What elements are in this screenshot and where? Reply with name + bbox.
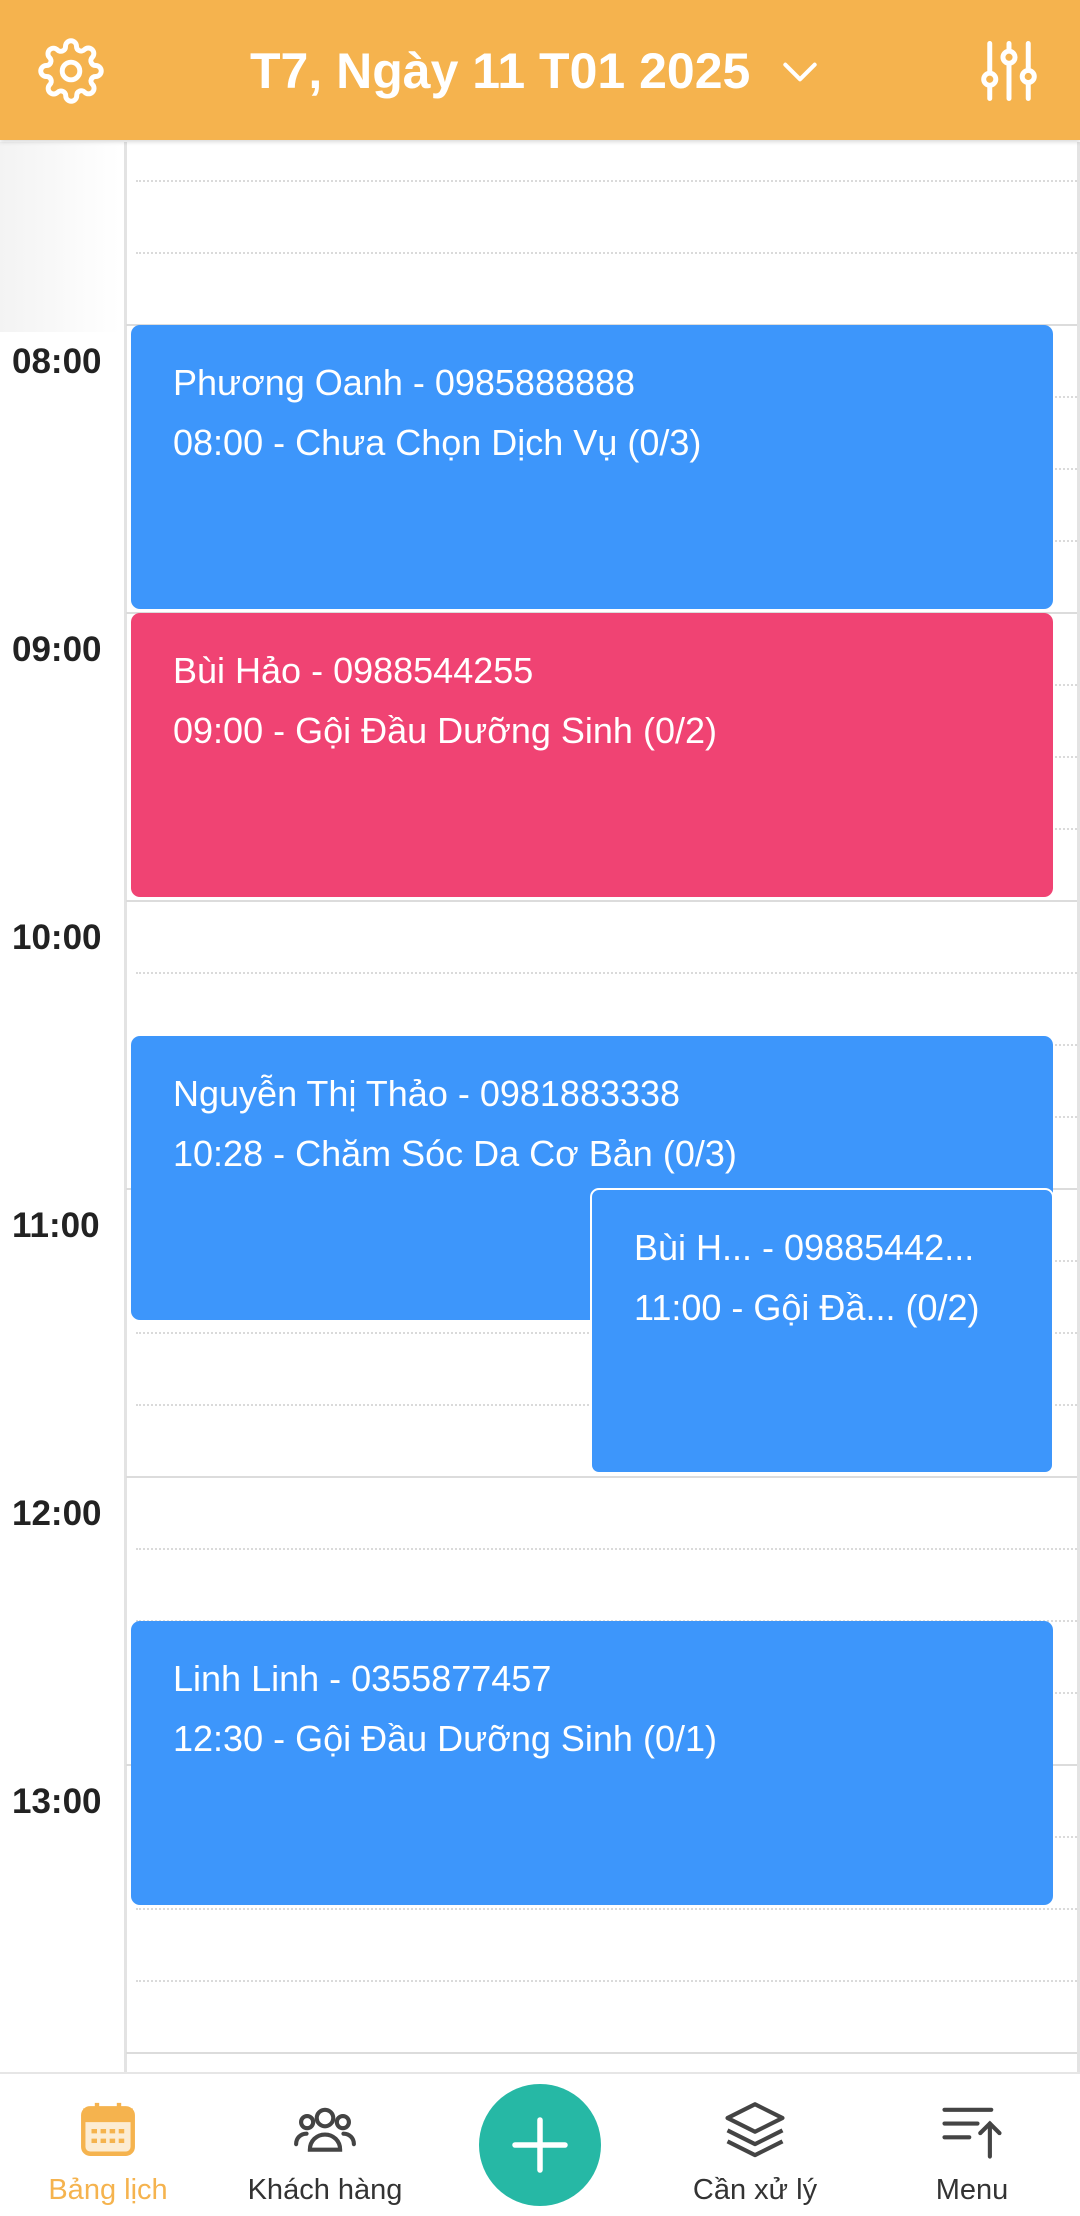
quarter-line xyxy=(136,1908,1080,1910)
appointment-card[interactable]: Bùi H... - 09885442... 11:00 - Gội Đầ...… xyxy=(590,1188,1054,1474)
nav-pending[interactable]: Cần xử lý xyxy=(680,2074,830,2216)
appointment-service: 12:30 - Gội Đầu Dưỡng Sinh (0/1) xyxy=(173,1718,717,1759)
appointment-card[interactable]: Linh Linh - 0355877457 12:30 - Gội Đầu D… xyxy=(131,1621,1053,1905)
appointment-card[interactable]: Phương Oanh - 0985888888 08:00 - Chưa Ch… xyxy=(131,325,1053,609)
appointment-service: 10:28 - Chăm Sóc Da Cơ Bản (0/3) xyxy=(173,1133,737,1174)
appointment-customer: Bùi H... - 09885442... xyxy=(634,1227,975,1268)
layers-icon xyxy=(725,2102,785,2158)
appointment-customer: Linh Linh - 0355877457 xyxy=(173,1658,552,1699)
nav-menu-label: Menu xyxy=(935,2174,1009,2206)
app-header: T7, Ngày 11 T01 2025 xyxy=(0,0,1080,140)
appointment-service: 08:00 - Chưa Chọn Dịch Vụ (0/3) xyxy=(173,422,702,463)
appointment-service: 11:00 - Gội Đầ... (0/2) xyxy=(634,1287,980,1328)
time-column: 08:00 09:00 10:00 11:00 12:00 13:00 xyxy=(0,142,127,2072)
time-column-shade xyxy=(0,142,120,332)
menu-sort-icon xyxy=(942,2107,1002,2159)
quarter-line xyxy=(136,1980,1080,1982)
hour-line xyxy=(126,1476,1080,1478)
hour-label: 13:00 xyxy=(12,1782,102,1821)
nav-menu[interactable]: Menu xyxy=(900,2074,1044,2216)
nav-customers[interactable]: Khách hàng xyxy=(230,2074,420,2216)
hour-label: 10:00 xyxy=(12,918,102,957)
hour-label: 11:00 xyxy=(12,1206,100,1245)
hour-line xyxy=(126,900,1080,902)
add-appointment-button[interactable] xyxy=(479,2084,601,2206)
nav-pending-label: Cần xử lý xyxy=(692,2174,818,2206)
appointment-service: 09:00 - Gội Đầu Dưỡng Sinh (0/2) xyxy=(173,710,717,751)
quarter-line xyxy=(136,972,1080,974)
appointment-customer: Bùi Hảo - 0988544255 xyxy=(173,650,534,691)
gear-icon[interactable] xyxy=(38,38,104,104)
quarter-line xyxy=(136,252,1080,254)
hour-label: 09:00 xyxy=(12,630,102,669)
sliders-icon[interactable] xyxy=(976,38,1042,104)
appointment-customer: Nguyễn Thị Thảo - 0981883338 xyxy=(173,1073,681,1114)
hour-label: 08:00 xyxy=(12,342,102,381)
date-title[interactable]: T7, Ngày 11 T01 2025 xyxy=(250,38,750,104)
quarter-line xyxy=(136,180,1080,182)
appointment-customer: Phương Oanh - 0985888888 xyxy=(173,362,636,403)
plus-icon xyxy=(512,2117,568,2173)
nav-calendar[interactable]: Bảng lịch xyxy=(20,2074,196,2216)
quarter-line xyxy=(136,1548,1080,1550)
appointment-card[interactable]: Bùi Hảo - 0988544255 09:00 - Gội Đầu Dưỡ… xyxy=(131,613,1053,897)
hour-label: 12:00 xyxy=(12,1494,102,1533)
nav-customers-label: Khách hàng xyxy=(247,2174,403,2206)
hour-line xyxy=(126,2052,1080,2054)
nav-calendar-label: Bảng lịch xyxy=(48,2174,168,2206)
users-icon xyxy=(294,2107,356,2152)
chevron-down-icon[interactable] xyxy=(778,50,822,94)
calendar-icon xyxy=(81,2102,135,2156)
